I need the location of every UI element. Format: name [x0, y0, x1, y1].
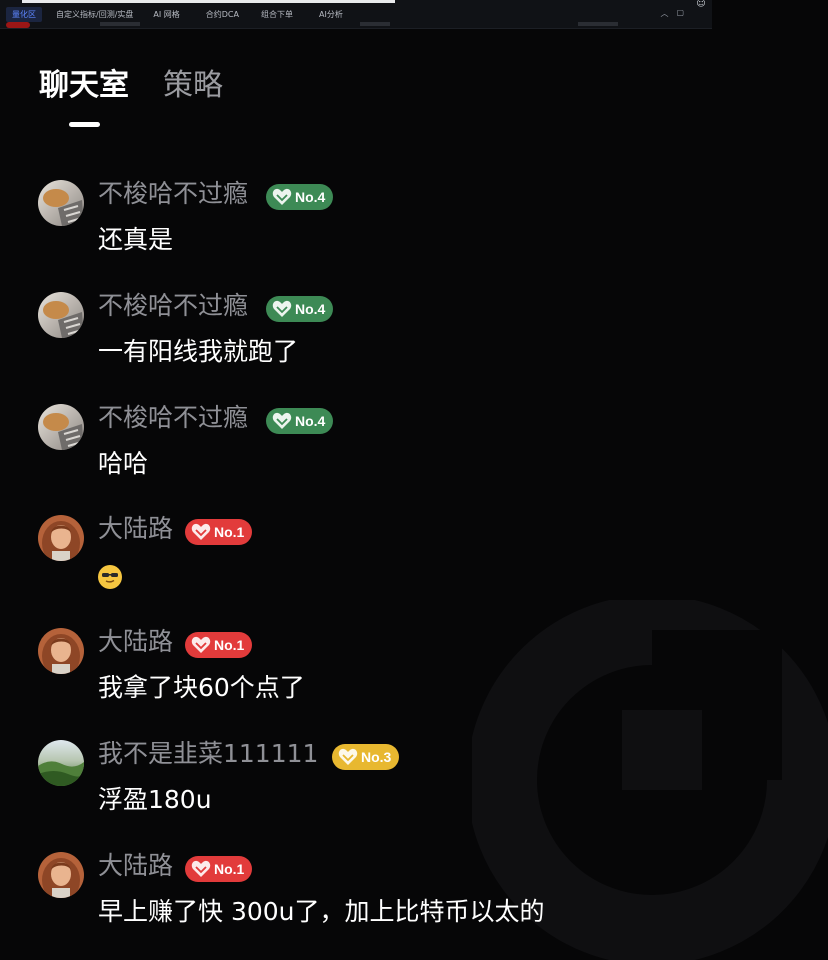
top-nav: 量化区 自定义指标/回测/实盘 AI 网格 合约DCA 组合下单 AI分析 — [0, 6, 343, 22]
message-text: 还真是 — [98, 225, 174, 254]
username[interactable]: 我不是韭菜111111 — [98, 736, 318, 772]
badge-label: No.1 — [214, 637, 245, 653]
top-nav-item[interactable]: 量化区 — [6, 6, 42, 22]
avatar-cat-icon[interactable] — [38, 292, 84, 338]
faint-bar — [578, 22, 618, 26]
rank-badge: No.1 — [185, 632, 253, 658]
chat-message: 不梭哈不过瘾 No.4 一有阳线我就跑了 — [38, 291, 798, 392]
username[interactable]: 不梭哈不过瘾 — [98, 176, 248, 212]
window-top-bar: 量化区 自定义指标/回测/实盘 AI 网格 合约DCA 组合下单 AI分析 ︿ … — [0, 0, 712, 29]
message-text: 哈哈 — [98, 449, 149, 478]
top-nav-item[interactable]: 合约DCA — [206, 9, 239, 20]
message-text: 我拿了块60个点了 — [98, 673, 305, 702]
rank-badge: No.4 — [266, 296, 334, 322]
rank-badge: No.4 — [266, 408, 334, 434]
heart-icon — [191, 523, 211, 540]
message-text: 一有阳线我就跑了 — [98, 337, 299, 366]
corner-logo-icon: ☺ — [696, 0, 706, 9]
chat-message: 大陆路 No.1 我拿了块60个点了 — [38, 627, 798, 728]
avatar-cat-icon[interactable] — [38, 404, 84, 450]
avatar-woman-icon[interactable] — [38, 852, 84, 898]
username[interactable]: 大陆路 — [98, 848, 173, 884]
badge-label: No.4 — [295, 413, 326, 429]
heart-icon — [272, 188, 292, 205]
chat-message: 我不是韭菜111111 No.3 浮盈180u — [38, 739, 798, 840]
rank-badge: No.4 — [266, 184, 334, 210]
message-text: 浮盈180u — [98, 785, 212, 814]
tab-strategy[interactable]: 策略 — [163, 66, 223, 106]
tab-bar: 聊天室 策略 — [39, 66, 257, 106]
rank-badge: No.3 — [332, 744, 400, 770]
top-nav-item[interactable]: AI 网格 — [153, 9, 179, 20]
badge-label: No.1 — [214, 861, 245, 877]
top-nav-item[interactable]: AI分析 — [319, 9, 343, 20]
heart-icon — [191, 636, 211, 653]
active-tab-indicator — [69, 122, 100, 127]
sunglasses-emoji-icon — [98, 565, 122, 589]
username[interactable]: 大陆路 — [98, 624, 173, 660]
top-light-strip — [22, 0, 395, 3]
username[interactable]: 大陆路 — [98, 511, 173, 547]
heart-icon — [272, 412, 292, 429]
red-marker — [6, 22, 30, 28]
rank-badge: No.1 — [185, 519, 253, 545]
badge-label: No.1 — [214, 524, 245, 540]
message-text: 早上赚了快 300u了，加上比特币以太的 — [98, 897, 545, 926]
badge-label: No.3 — [361, 749, 392, 765]
tab-chatroom[interactable]: 聊天室 — [39, 66, 129, 106]
faint-bar — [100, 22, 140, 26]
avatar-cat-icon[interactable] — [38, 180, 84, 226]
top-nav-item[interactable]: 组合下单 — [261, 9, 293, 20]
username[interactable]: 不梭哈不过瘾 — [98, 288, 248, 324]
chat-message: 不梭哈不过瘾 No.4 还真是 — [38, 179, 798, 280]
popout-icon[interactable]: ▢ — [676, 8, 684, 19]
avatar-woman-icon[interactable] — [38, 515, 84, 561]
chat-message: 大陆路 No.1 — [38, 514, 798, 615]
faint-bar — [360, 22, 390, 26]
heart-icon — [191, 860, 211, 877]
heart-icon — [338, 748, 358, 765]
badge-label: No.4 — [295, 301, 326, 317]
window-controls: ︿ ▢ — [660, 8, 684, 19]
badge-label: No.4 — [295, 189, 326, 205]
chat-message: 不梭哈不过瘾 No.4 哈哈 — [38, 403, 798, 504]
avatar-woman-icon[interactable] — [38, 628, 84, 674]
collapse-icon[interactable]: ︿ — [660, 8, 668, 19]
chat-message: 大陆路 No.1 早上赚了快 300u了，加上比特币以太的 — [38, 851, 798, 952]
heart-icon — [272, 300, 292, 317]
rank-badge: No.1 — [185, 856, 253, 882]
top-nav-item[interactable]: 自定义指标/回测/实盘 — [56, 9, 133, 20]
username[interactable]: 不梭哈不过瘾 — [98, 400, 248, 436]
avatar-landscape-icon[interactable] — [38, 740, 84, 786]
